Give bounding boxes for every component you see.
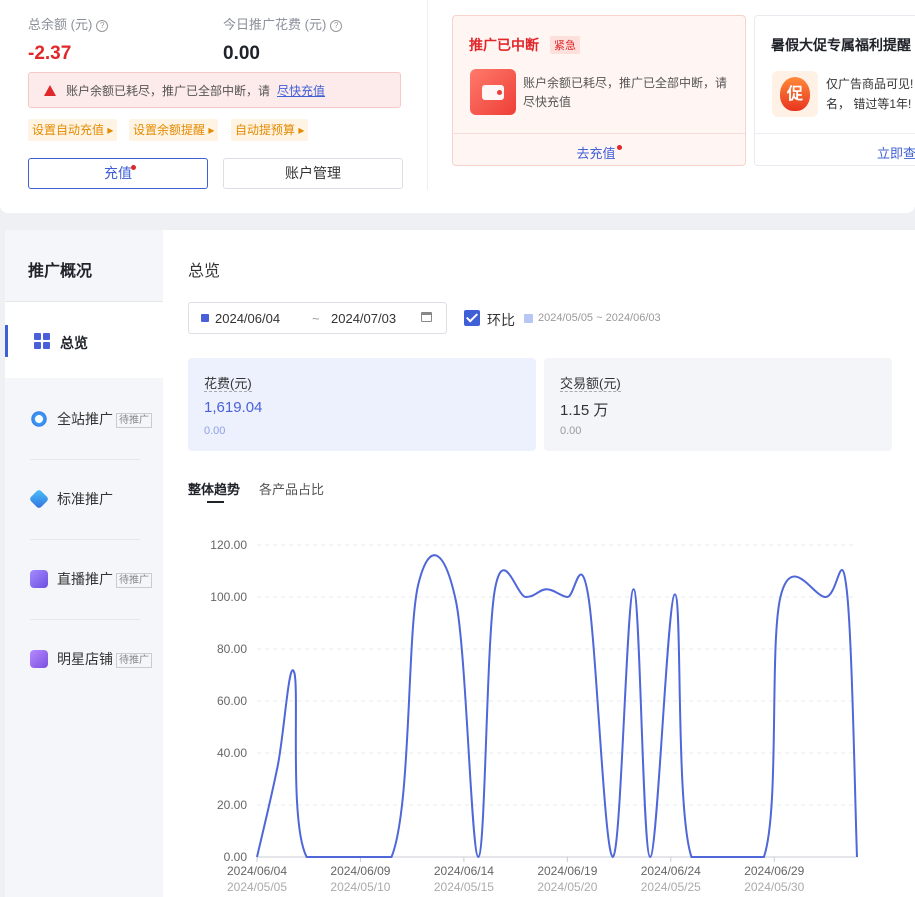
warning-icon (44, 85, 56, 96)
y-tick-label: 100.00 (210, 590, 247, 604)
divider (30, 459, 140, 460)
go-recharge-button[interactable]: 去充值 (453, 143, 745, 162)
notice-title: 暑假大促专属福利提醒 (771, 37, 911, 53)
tv-icon (30, 570, 48, 588)
y-tick-label: 80.00 (217, 642, 247, 656)
x-tick-label-compare: 2024/05/10 (330, 880, 390, 894)
balance-value: -2.37 (28, 43, 72, 64)
date-separator: ~ (312, 311, 320, 326)
y-tick-label: 40.00 (217, 746, 247, 760)
pending-badge: 待推广 (116, 413, 152, 428)
balance-reminder-tag[interactable]: 设置余额提醒 ▸ (129, 119, 219, 141)
grid-icon (34, 333, 50, 349)
sidebar-item-fullsite[interactable]: 全站推广 待推广 (30, 407, 160, 431)
x-tick-label: 2024/06/14 (434, 864, 494, 878)
y-tick-label: 120.00 (210, 538, 247, 552)
compare-checkbox[interactable] (464, 310, 480, 326)
auto-recharge-tag[interactable]: 设置自动充值 ▸ (28, 119, 118, 141)
spend-series-line (256, 554, 858, 859)
x-tick-label-compare: 2024/05/30 (744, 880, 804, 894)
balance-alert: 账户余额已耗尽，推广已全部中断，请 尽快充值 (28, 72, 401, 108)
date-end[interactable]: 2024/07/03 (331, 311, 396, 326)
notice-body: 账户余额已耗尽，推广已全部中断，请尽快充值 (523, 76, 728, 109)
compare-label: 环比 (487, 312, 515, 328)
recharge-button[interactable]: 充值 (28, 158, 208, 189)
sidebar-item-label: 直播推广 (57, 571, 113, 587)
pending-badge: 待推广 (116, 653, 152, 668)
card-divider (755, 133, 915, 134)
metric-label: 交易额(元) (560, 376, 621, 392)
card-divider (453, 133, 745, 134)
x-tick-label: 2024/06/29 (744, 864, 804, 878)
compare-range: 2024/05/05 ~ 2024/06/03 (538, 312, 661, 324)
x-tick-label-compare: 2024/05/05 (227, 880, 287, 894)
x-tick-label: 2024/06/19 (537, 864, 597, 878)
shop-icon (30, 650, 48, 668)
metric-value: 1.15 万 (560, 402, 609, 419)
sidebar-header: 推广概况 (5, 230, 163, 302)
compare-marker (524, 314, 533, 323)
balance-label: 总余额 (元)? (28, 14, 109, 33)
sidebar-item-standard[interactable]: 标准推广 (28, 487, 160, 511)
red-dot (131, 165, 136, 170)
tab-overall-trend[interactable]: 整体趋势 (188, 479, 240, 498)
wallet-icon (470, 69, 516, 115)
metric-label: 花费(元) (204, 376, 252, 392)
tab-product-share[interactable]: 各产品占比 (259, 479, 324, 498)
divider (30, 619, 140, 620)
trend-line-chart: 0.00 20.00 40.00 60.00 80.00 100.00 120.00 202… (210, 538, 858, 894)
calendar-icon (421, 312, 432, 322)
tab-underline (207, 501, 224, 503)
help-icon[interactable]: ? (330, 20, 343, 32)
notice-title: 推广已中断 (469, 37, 539, 53)
x-tick-label-compare: 2024/05/20 (537, 880, 597, 894)
view-now-button[interactable]: 立即查 (877, 143, 915, 162)
metric-card-spend[interactable]: 花费(元) 1,619.04 0.00 (188, 358, 536, 451)
metric-value: 1,619.04 (204, 399, 263, 416)
spend-today-value: 0.00 (223, 43, 260, 64)
urgent-badge: 紧急 (550, 36, 580, 54)
promo-fire-icon: 促 (772, 71, 818, 117)
target-icon (30, 410, 48, 428)
summer-promo-card: 暑假大促专属福利提醒 促 仅广告商品可见! 名， 错过等1年! 立即查 (754, 15, 915, 166)
series-marker (201, 314, 209, 322)
metric-compare: 0.00 (204, 425, 226, 437)
pending-badge: 待推广 (116, 573, 152, 588)
x-tick-label-compare: 2024/05/25 (641, 880, 701, 894)
sidebar-heading: 推广概况 (28, 263, 93, 280)
diamond-icon (28, 488, 50, 510)
date-range-picker[interactable]: 2024/06/04 ~ 2024/07/03 (188, 302, 447, 334)
vertical-divider (427, 0, 428, 190)
recharge-link[interactable]: 尽快充值 (277, 73, 325, 109)
notice-body: 仅广告商品可见! 名， 错过等1年! (826, 77, 914, 111)
spend-today-label: 今日推广花费 (元)? (223, 14, 343, 33)
promo-interrupted-card: 推广已中断 紧急 账户余额已耗尽，推广已全部中断，请尽快充值 去充值 (452, 15, 746, 166)
sidebar-item-live[interactable]: 直播推广 待推广 (30, 567, 160, 591)
sidebar-item-star-shop[interactable]: 明星店铺 待推广 (30, 647, 160, 671)
sidebar-item-label: 总览 (60, 335, 88, 351)
metric-compare: 0.00 (560, 425, 582, 437)
metric-card-gmv[interactable]: 交易额(元) 1.15 万 0.00 (544, 358, 892, 451)
account-manage-button[interactable]: 账户管理 (223, 158, 403, 189)
auto-budget-tag[interactable]: 自动提预算 ▸ (231, 119, 309, 141)
x-tick-label: 2024/06/24 (641, 864, 701, 878)
help-icon[interactable]: ? (96, 20, 109, 32)
sidebar-item-overview[interactable]: 总览 (5, 302, 163, 378)
date-start[interactable]: 2024/06/04 (215, 311, 280, 326)
x-tick-label: 2024/06/09 (330, 864, 390, 878)
page-title: 总览 (188, 263, 221, 280)
sidebar-item-label: 标准推广 (57, 491, 113, 507)
alert-text: 账户余额已耗尽，推广已全部中断，请 (66, 84, 271, 98)
sidebar-item-label: 全站推广 (57, 411, 113, 427)
y-tick-label: 60.00 (217, 694, 247, 708)
x-tick-label-compare: 2024/05/15 (434, 880, 494, 894)
sidebar-item-label: 明星店铺 (57, 651, 113, 667)
divider (30, 539, 140, 540)
y-tick-label: 20.00 (217, 798, 247, 812)
x-tick-label: 2024/06/04 (227, 864, 287, 878)
y-tick-label: 0.00 (224, 850, 248, 864)
